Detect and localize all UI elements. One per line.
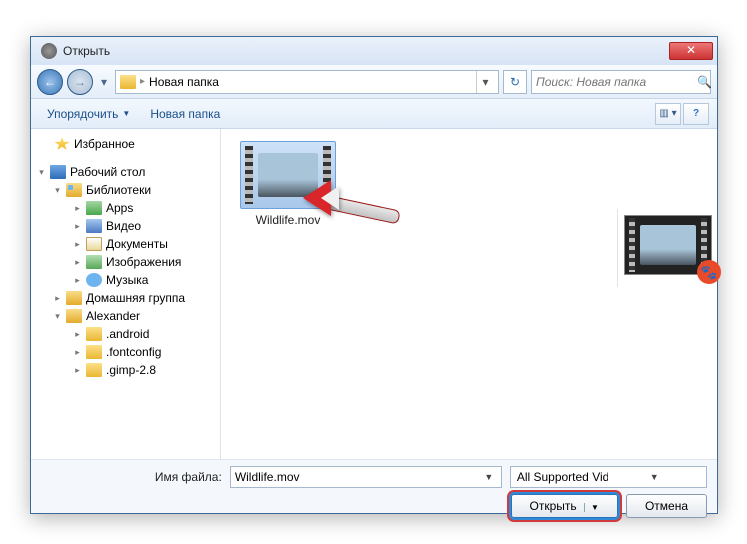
app-icon [41, 43, 57, 59]
filename-combo[interactable]: ▼ [230, 466, 502, 488]
filename-label: Имя файла: [155, 470, 222, 484]
file-thumbnail [240, 141, 336, 209]
breadcrumb-dropdown-icon[interactable]: ▾ [476, 71, 494, 93]
history-dropdown-icon[interactable]: ▾ [97, 71, 111, 93]
titlebar: Открыть ✕ [31, 37, 717, 65]
forward-button[interactable]: → [67, 69, 93, 95]
open-button[interactable]: Открыть ▼ [511, 494, 618, 518]
video-icon [86, 219, 102, 233]
new-folder-label: Новая папка [150, 107, 220, 121]
navbar: ← → ▾ ▸ Новая папка ▾ ↻ 🔍 [31, 65, 717, 99]
images-icon [86, 255, 102, 269]
apps-icon [86, 201, 102, 215]
expand-icon[interactable]: ▸ [73, 330, 82, 339]
open-dialog: Открыть ✕ ← → ▾ ▸ Новая папка ▾ ↻ 🔍 Упор… [30, 36, 718, 514]
tree-favorites[interactable]: Избранное [35, 135, 216, 153]
tree-folder-fontconfig[interactable]: ▸.fontconfig [35, 343, 216, 361]
tree-folder-android[interactable]: ▸.android [35, 325, 216, 343]
folder-icon [86, 363, 102, 377]
tree-images[interactable]: ▸Изображения [35, 253, 216, 271]
tree-video[interactable]: ▸Видео [35, 217, 216, 235]
chevron-down-icon[interactable]: ▼ [481, 472, 497, 482]
search-input[interactable] [536, 75, 693, 89]
film-strip-icon [245, 146, 253, 204]
preview-pane: 🐾 [617, 209, 717, 287]
command-bar: Упорядочить ▼ Новая папка ▥ ▾ ? [31, 99, 717, 129]
nav-tree[interactable]: Избранное ▾Рабочий стол ▾Библиотеки ▸App… [31, 129, 221, 459]
tree-documents[interactable]: ▸Документы [35, 235, 216, 253]
view-mode-button[interactable]: ▥ ▾ [655, 103, 681, 125]
folder-icon [86, 345, 102, 359]
window-title: Открыть [63, 44, 669, 58]
preview-thumbnail: 🐾 [624, 215, 712, 275]
user-icon [66, 309, 82, 323]
video-preview-icon [258, 153, 318, 197]
cancel-button[interactable]: Отмена [626, 494, 707, 518]
tree-folder-gimp[interactable]: ▸.gimp-2.8 [35, 361, 216, 379]
collapse-icon[interactable]: ▾ [53, 186, 62, 195]
help-button[interactable]: ? [683, 103, 709, 125]
music-icon [86, 273, 102, 287]
film-strip-icon [629, 218, 635, 272]
libraries-icon [66, 183, 82, 197]
tree-music[interactable]: ▸Музыка [35, 271, 216, 289]
filename-input[interactable] [235, 470, 481, 484]
search-field[interactable]: 🔍 [531, 70, 711, 94]
tree-homegroup[interactable]: ▸Домашняя группа [35, 289, 216, 307]
tree-desktop[interactable]: ▾Рабочий стол [35, 163, 216, 181]
file-type-filter[interactable]: All Supported Video Files (*.rm; ▼ [510, 466, 707, 488]
expand-icon[interactable]: ▸ [73, 366, 82, 375]
homegroup-icon [66, 291, 82, 305]
film-strip-icon [323, 146, 331, 204]
file-list[interactable]: Wildlife.mov 🐾 [221, 129, 717, 459]
folder-icon [120, 75, 136, 89]
tree-apps[interactable]: ▸Apps [35, 199, 216, 217]
expand-icon[interactable]: ▸ [73, 348, 82, 357]
file-label: Wildlife.mov [233, 213, 343, 227]
expand-icon[interactable]: ▸ [73, 222, 82, 231]
expand-icon[interactable]: ▸ [53, 294, 62, 303]
back-button[interactable]: ← [37, 69, 63, 95]
chevron-down-icon[interactable]: ▼ [608, 472, 700, 482]
star-icon [54, 137, 70, 151]
gom-player-icon: 🐾 [697, 260, 721, 284]
file-item[interactable]: Wildlife.mov [233, 141, 343, 227]
video-preview-icon [640, 225, 696, 265]
chevron-right-icon: ▸ [140, 76, 145, 87]
tree-libraries[interactable]: ▾Библиотеки [35, 181, 216, 199]
breadcrumb-label: Новая папка [149, 75, 219, 89]
desktop-icon [50, 165, 66, 179]
filter-label: All Supported Video Files (*.rm; [517, 470, 609, 484]
expand-icon[interactable]: ▸ [73, 240, 82, 249]
folder-icon [86, 327, 102, 341]
organize-button[interactable]: Упорядочить ▼ [39, 103, 138, 125]
split-dropdown-icon: ▼ [584, 503, 599, 512]
tree-user[interactable]: ▾Alexander [35, 307, 216, 325]
search-icon: 🔍 [697, 75, 712, 89]
expand-icon[interactable]: ▸ [73, 258, 82, 267]
refresh-button[interactable]: ↻ [503, 70, 527, 94]
dialog-footer: Имя файла: ▼ All Supported Video Files (… [31, 459, 717, 513]
expand-icon[interactable]: ▸ [73, 276, 82, 285]
organize-label: Упорядочить [47, 107, 118, 121]
documents-icon [86, 237, 102, 251]
close-button[interactable]: ✕ [669, 42, 713, 60]
new-folder-button[interactable]: Новая папка [142, 103, 228, 125]
collapse-icon[interactable]: ▾ [37, 168, 46, 177]
collapse-icon[interactable]: ▾ [53, 312, 62, 321]
dialog-body: Избранное ▾Рабочий стол ▾Библиотеки ▸App… [31, 129, 717, 459]
chevron-down-icon: ▼ [122, 109, 130, 118]
breadcrumb[interactable]: ▸ Новая папка ▾ [115, 70, 499, 94]
expand-icon[interactable]: ▸ [73, 204, 82, 213]
